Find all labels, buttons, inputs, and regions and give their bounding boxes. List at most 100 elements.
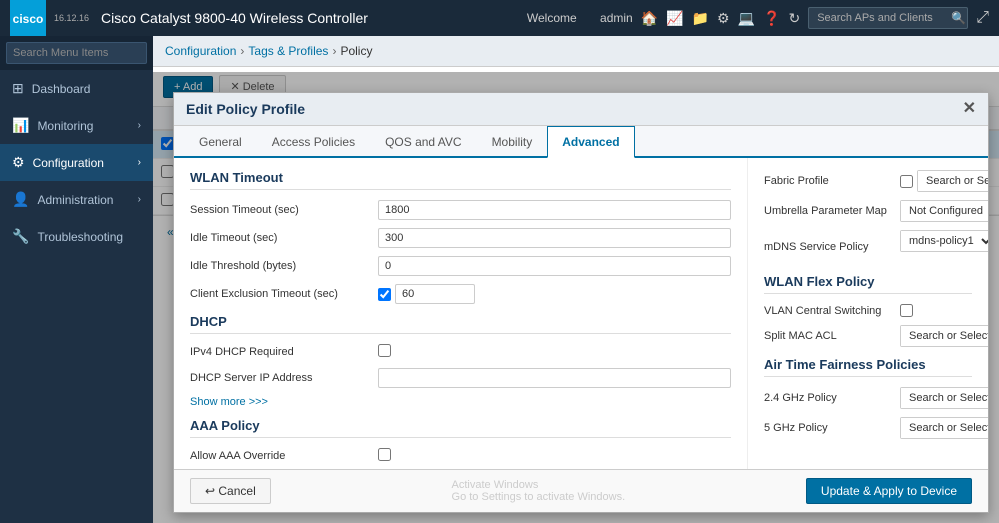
sidebar-item-label: Administration — [37, 193, 113, 207]
dhcp-server-input-wrap[interactable] — [378, 368, 731, 388]
modal-title: Edit Policy Profile — [186, 101, 305, 117]
product-title: Cisco Catalyst 9800-40 Wireless Controll… — [101, 10, 368, 26]
tab-mobility[interactable]: Mobility — [477, 126, 548, 158]
mdns-select-wrap[interactable]: mdns-policy1 ▼ — [900, 230, 988, 252]
chevron-right-icon: › — [138, 157, 141, 168]
ghz5-row: 5 GHz Policy Search or Select ▼ — [764, 417, 972, 439]
topbar: cisco 16.12.16 Cisco Catalyst 9800-40 Wi… — [0, 0, 999, 36]
show-more-link[interactable]: Show more >>> — [190, 396, 731, 408]
sidebar-item-administration[interactable]: 👤 Administration › — [0, 181, 153, 218]
split-mac-label: Split MAC ACL — [764, 330, 894, 342]
ipv4-dhcp-field: IPv4 DHCP Required — [190, 344, 731, 360]
mdns-select[interactable]: mdns-policy1 — [901, 231, 988, 251]
modal-right-panel: Fabric Profile Search or Select ▼ — [748, 158, 988, 469]
tab-qos-avc[interactable]: QOS and AVC — [370, 126, 476, 158]
fabric-profile-select-wrap[interactable]: Search or Select ▼ — [917, 170, 988, 192]
modal-tabs: General Access Policies QOS and AVC Mobi… — [174, 126, 988, 158]
idle-timeout-label: Idle Timeout (sec) — [190, 232, 370, 244]
vlan-central-label: VLAN Central Switching — [764, 305, 894, 317]
client-exclusion-field: Client Exclusion Timeout (sec) — [190, 284, 731, 304]
fabric-profile-select[interactable]: Search or Select — [918, 171, 988, 191]
ghz24-select-wrap[interactable]: Search or Select ▼ — [900, 387, 988, 409]
expand-icon[interactable]: ⤢ — [976, 9, 989, 27]
air-time-section-title: Air Time Fairness Policies — [764, 357, 972, 377]
vlan-central-checkbox[interactable] — [900, 304, 913, 317]
breadcrumb: Configuration › Tags & Profiles › Policy — [153, 36, 999, 67]
session-timeout-field: Session Timeout (sec) — [190, 200, 731, 220]
ipv4-dhcp-wrap[interactable] — [378, 344, 731, 360]
split-mac-row: Split MAC ACL Search or Select ▼ — [764, 325, 972, 347]
sidebar-item-label: Configuration — [33, 156, 104, 170]
session-timeout-input-wrap[interactable] — [378, 200, 731, 220]
idle-threshold-input[interactable] — [378, 256, 731, 276]
chart-icon[interactable]: 📈 — [666, 10, 683, 27]
configuration-icon: ⚙ — [12, 154, 25, 171]
ipv4-dhcp-checkbox[interactable] — [378, 344, 391, 357]
wlan-flex-section-title: WLAN Flex Policy — [764, 274, 972, 294]
settings-icon[interactable]: ⚙ — [717, 10, 730, 27]
umbrella-select-wrap[interactable]: Not Configured ▼ — [900, 200, 988, 222]
dhcp-server-label: DHCP Server IP Address — [190, 372, 370, 384]
dashboard-icon: ⊞ — [12, 80, 24, 97]
session-timeout-input[interactable] — [378, 200, 731, 220]
umbrella-select[interactable]: Not Configured — [901, 201, 988, 221]
sidebar-item-dashboard[interactable]: ⊞ Dashboard — [0, 70, 153, 107]
idle-threshold-input-wrap[interactable] — [378, 256, 731, 276]
update-apply-button[interactable]: Update & Apply to Device — [806, 478, 972, 504]
sidebar-item-monitoring[interactable]: 📊 Monitoring › — [0, 107, 153, 144]
sidebar-item-label: Monitoring — [37, 119, 93, 133]
folder-icon[interactable]: 📁 — [692, 10, 709, 27]
client-exclusion-input[interactable] — [395, 284, 475, 304]
breadcrumb-sep-0: › — [240, 44, 244, 58]
split-mac-select[interactable]: Search or Select — [901, 326, 988, 346]
client-exclusion-checkbox[interactable] — [378, 288, 391, 301]
idle-timeout-input[interactable] — [378, 228, 731, 248]
global-search-input[interactable] — [817, 12, 947, 24]
allow-aaa-field: Allow AAA Override — [190, 448, 731, 464]
breadcrumb-part-1[interactable]: Tags & Profiles — [248, 44, 328, 58]
idle-threshold-label: Idle Threshold (bytes) — [190, 260, 370, 272]
svg-text:cisco: cisco — [13, 12, 44, 26]
ghz24-label: 2.4 GHz Policy — [764, 392, 894, 404]
split-mac-select-wrap[interactable]: Search or Select ▼ — [900, 325, 988, 347]
breadcrumb-current: Policy — [340, 44, 372, 58]
allow-aaa-wrap[interactable] — [378, 448, 731, 464]
idle-timeout-input-wrap[interactable] — [378, 228, 731, 248]
ghz5-select[interactable]: Search or Select — [901, 418, 988, 438]
sidebar-search-input[interactable] — [6, 42, 147, 64]
cancel-button[interactable]: ↩ Cancel — [190, 478, 271, 504]
modal-close-button[interactable]: ✕ — [963, 101, 976, 117]
sidebar-search-wrap[interactable] — [0, 36, 153, 70]
home-icon[interactable]: 🏠 — [641, 10, 658, 27]
tab-general[interactable]: General — [184, 126, 257, 158]
fabric-profile-checkbox[interactable] — [900, 175, 913, 188]
client-exclusion-label: Client Exclusion Timeout (sec) — [190, 288, 370, 300]
allow-aaa-label: Allow AAA Override — [190, 450, 370, 462]
mdns-clear-button[interactable]: Clear — [900, 252, 988, 264]
admin-name: admin — [600, 11, 633, 25]
tab-advanced[interactable]: Advanced — [547, 126, 634, 158]
welcome-text: Welcome — [527, 11, 577, 25]
dhcp-server-field: DHCP Server IP Address — [190, 368, 731, 388]
allow-aaa-checkbox[interactable] — [378, 448, 391, 461]
global-search[interactable]: 🔍 — [808, 7, 968, 29]
terminal-icon[interactable]: 💻 — [738, 10, 755, 27]
tab-access-policies[interactable]: Access Policies — [257, 126, 370, 158]
help-icon[interactable]: ❓ — [763, 10, 780, 27]
fabric-profile-label: Fabric Profile — [764, 175, 894, 187]
refresh-icon[interactable]: ↻ — [788, 10, 800, 27]
mdns-wrap: mdns-policy1 ▼ Clear — [900, 230, 988, 264]
sidebar-item-configuration[interactable]: ⚙ Configuration › — [0, 144, 153, 181]
watermark-text: Activate WindowsGo to Settings to activa… — [452, 479, 626, 503]
ghz5-select-wrap[interactable]: Search or Select ▼ — [900, 417, 988, 439]
modal-header: Edit Policy Profile ✕ — [174, 93, 988, 126]
breadcrumb-part-0[interactable]: Configuration — [165, 44, 236, 58]
ghz24-select[interactable]: Search or Select — [901, 388, 988, 408]
dhcp-section-title: DHCP — [190, 314, 731, 334]
dhcp-server-input[interactable] — [378, 368, 731, 388]
global-search-icon: 🔍 — [951, 11, 966, 25]
sidebar-item-troubleshooting[interactable]: 🔧 Troubleshooting — [0, 218, 153, 255]
modal-body: WLAN Timeout Session Timeout (sec) Idle … — [174, 158, 988, 469]
session-timeout-label: Session Timeout (sec) — [190, 204, 370, 216]
umbrella-label: Umbrella Parameter Map — [764, 205, 894, 217]
